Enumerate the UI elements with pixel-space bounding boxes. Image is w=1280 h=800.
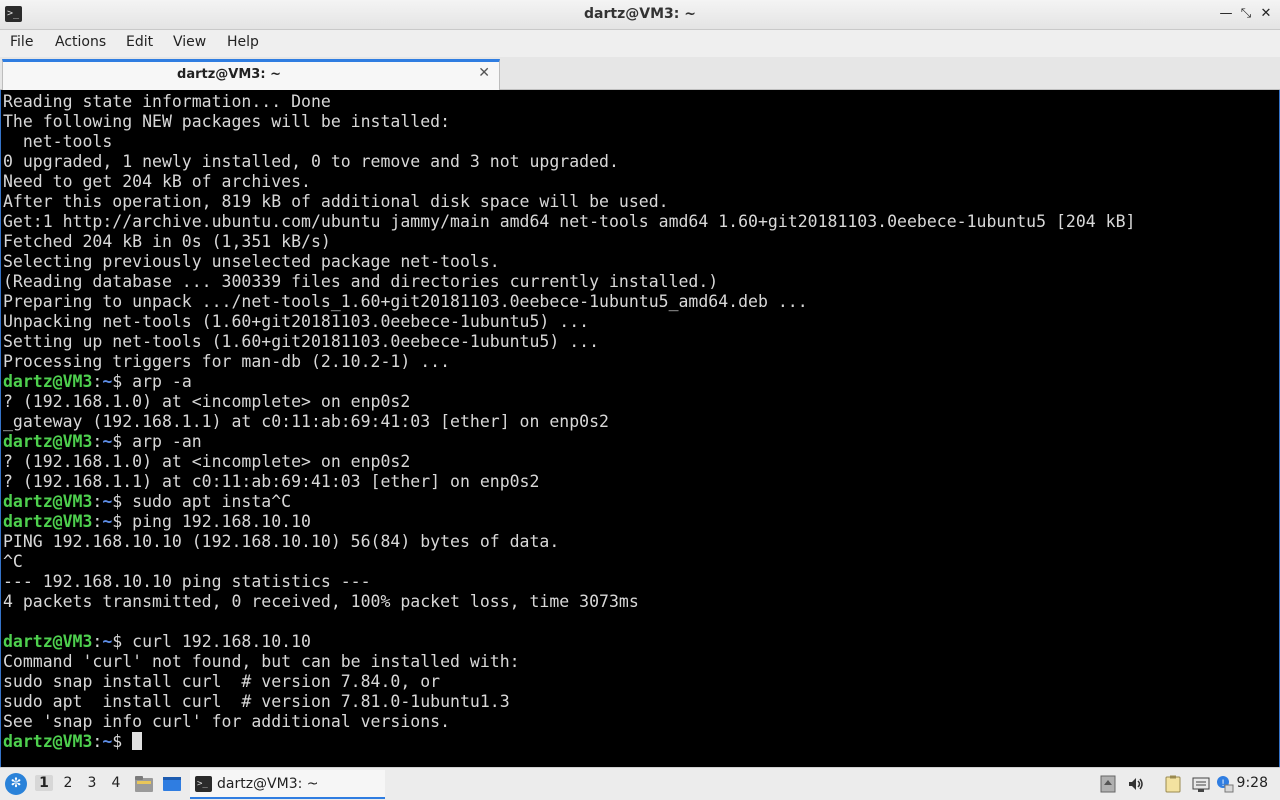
command-text: ping 192.168.10.10 [132, 512, 311, 531]
terminal-output-line: See 'snap info curl' for additional vers… [3, 712, 451, 731]
workspace-3[interactable]: 3 [83, 775, 101, 791]
terminal-prompt-line: dartz@VM3:~$ curl 192.168.10.10 [3, 632, 311, 651]
volume-icon[interactable] [1127, 775, 1145, 793]
workspace-2[interactable]: 2 [59, 775, 77, 791]
terminal-output-line: Command 'curl' not found, but can be ins… [3, 652, 520, 671]
prompt-user: dartz@VM3 [3, 512, 93, 531]
terminal-output-line: Need to get 204 kB of archives. [3, 172, 311, 191]
terminal-output-line: Reading state information... Done [3, 92, 331, 111]
window-titlebar[interactable]: >_ dartz@VM3: ~ — ⤡ ✕ [0, 0, 1280, 30]
terminal-prompt-line: dartz@VM3:~$ [3, 732, 1277, 752]
window-title: dartz@VM3: ~ [584, 6, 696, 22]
maximize-icon[interactable]: ⤡ [1237, 5, 1255, 23]
start-menu-icon[interactable]: ✼ [5, 773, 27, 795]
taskbar-task-terminal[interactable]: >_ dartz@VM3: ~ [190, 770, 385, 799]
tab-close-icon[interactable]: ✕ [478, 65, 490, 81]
terminal-output-line: ^C [3, 552, 23, 571]
terminal-output-line: Processing triggers for man-db (2.10.2-1… [3, 352, 451, 371]
terminal-output-line: Get:1 http://archive.ubuntu.com/ubuntu j… [3, 212, 1136, 231]
task-label: dartz@VM3: ~ [217, 776, 319, 792]
terminal-prompt-line: dartz@VM3:~$ arp -a [3, 372, 192, 391]
terminal-output-line: 4 packets transmitted, 0 received, 100% … [3, 592, 639, 611]
workspace-1[interactable]: 1 [35, 775, 53, 791]
terminal-output-line: Preparing to unpack .../net-tools_1.60+g… [3, 292, 808, 311]
terminal-output-line: Setting up net-tools (1.60+git20181103.0… [3, 332, 600, 351]
tab-terminal[interactable]: dartz@VM3: ~ ✕ [2, 59, 500, 90]
terminal-view[interactable]: Reading state information... Done The fol… [0, 90, 1280, 767]
terminal-output-line: PING 192.168.10.10 (192.168.10.10) 56(84… [3, 532, 560, 551]
file-manager-icon[interactable] [134, 775, 154, 793]
terminal-output-line: 0 upgraded, 1 newly installed, 0 to remo… [3, 152, 619, 171]
terminal-output-line: (Reading database ... 300339 files and d… [3, 272, 719, 291]
text-cursor [132, 732, 143, 750]
prompt-path: ~ [102, 512, 113, 531]
tab-bar: dartz@VM3: ~ ✕ [0, 57, 1280, 90]
clock: 9:28 [1236, 775, 1268, 791]
terminal-output-line: After this operation, 819 kB of addition… [3, 192, 669, 211]
terminal-output-line: Selecting previously unselected package … [3, 252, 500, 271]
terminal-prompt-line: dartz@VM3:~$ sudo apt insta^C [3, 492, 292, 511]
terminal-prompt-line: dartz@VM3:~$ arp -an [3, 432, 202, 451]
terminal-output-line: net-tools [3, 132, 113, 151]
update-notifier-icon[interactable]: ! [1216, 775, 1234, 793]
menu-file[interactable]: File [10, 34, 33, 50]
prompt-user: dartz@VM3 [3, 632, 93, 651]
prompt-path: ~ [102, 732, 113, 751]
terminal-output-line: Unpacking net-tools (1.60+git20181103.0e… [3, 312, 590, 331]
prompt-path: ~ [102, 632, 113, 651]
terminal-output-line: ? (192.168.1.0) at <incomplete> on enp0s… [3, 392, 411, 411]
terminal-output-line: sudo apt install curl # version 7.81.0-1… [3, 692, 510, 711]
terminal-output-line: _gateway (192.168.1.1) at c0:11:ab:69:41… [3, 412, 609, 431]
prompt-path: ~ [102, 492, 113, 511]
prompt-path: ~ [102, 432, 113, 451]
menu-edit[interactable]: Edit [126, 34, 153, 50]
network-icon[interactable] [1192, 775, 1210, 793]
prompt-user: dartz@VM3 [3, 732, 93, 751]
command-text: sudo apt insta^C [132, 492, 292, 511]
show-desktop-icon[interactable] [162, 775, 182, 793]
prompt-user: dartz@VM3 [3, 432, 93, 451]
terminal-output-line: ? (192.168.1.1) at c0:11:ab:69:41:03 [et… [3, 472, 540, 491]
terminal-output-line: Fetched 204 kB in 0s (1,351 kB/s) [3, 232, 331, 251]
menu-bar: File Actions Edit View Help [0, 30, 1280, 57]
terminal-output: Reading state information... Done The fol… [3, 92, 1277, 752]
terminal-output-line: The following NEW packages will be insta… [3, 112, 451, 131]
menu-view[interactable]: View [173, 34, 206, 50]
prompt-user: dartz@VM3 [3, 492, 93, 511]
clipboard-icon[interactable] [1164, 775, 1182, 793]
command-text: curl 192.168.10.10 [132, 632, 311, 651]
terminal-output-line: --- 192.168.10.10 ping statistics --- [3, 572, 371, 591]
command-text: arp -a [132, 372, 192, 391]
workspace-4[interactable]: 4 [107, 775, 125, 791]
taskbar: ✼ 1 2 3 4 >_ dartz@VM3: ~ ! 9:28 [0, 767, 1280, 800]
tab-label: dartz@VM3: ~ [177, 67, 281, 82]
command-text: arp -an [132, 432, 202, 451]
svg-text:!: ! [1221, 779, 1225, 789]
close-icon[interactable]: ✕ [1257, 5, 1275, 23]
menu-help[interactable]: Help [227, 34, 259, 50]
prompt-path: ~ [102, 372, 113, 391]
prompt-user: dartz@VM3 [3, 372, 93, 391]
minimize-icon[interactable]: — [1217, 5, 1235, 23]
terminal-output-line: ? (192.168.1.0) at <incomplete> on enp0s… [3, 452, 411, 471]
terminal-output-line: sudo snap install curl # version 7.84.0,… [3, 672, 441, 691]
terminal-icon: >_ [195, 776, 212, 792]
menu-actions[interactable]: Actions [55, 34, 106, 50]
removable-media-icon[interactable] [1099, 775, 1117, 793]
terminal-prompt-line: dartz@VM3:~$ ping 192.168.10.10 [3, 512, 311, 531]
